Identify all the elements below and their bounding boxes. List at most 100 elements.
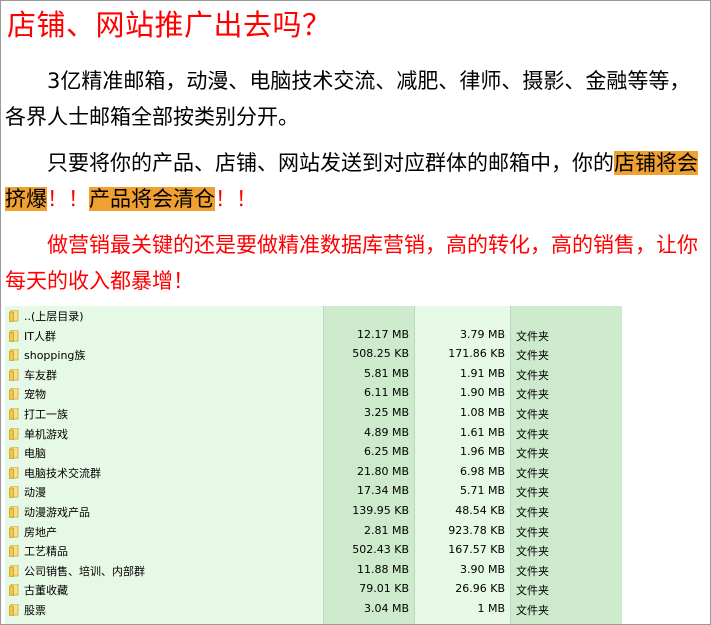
list-item-type: 文件夹 — [516, 408, 549, 421]
archive-file-list: ..(上层目录) IT人群 12.17 MB 3.79 MB 文件夹 shopping族… — [5, 306, 622, 624]
list-item-compressed-size: 3.79 MB — [459, 327, 505, 341]
list-item[interactable]: 古董收藏 79.01 KB 26.96 KB 文件夹 — [5, 580, 622, 600]
list-item-name: 古董收藏 — [24, 584, 68, 598]
list-item-compressed-size: 1.61 MB — [459, 425, 505, 439]
folder-icon — [9, 604, 19, 616]
list-item-size: 2.81 MB — [363, 523, 409, 537]
list-item-name: 公司销售、培训、内部群 — [24, 564, 145, 578]
folder-icon — [9, 310, 19, 322]
list-item[interactable]: 车友群 5.81 MB 1.91 MB 文件夹 — [5, 365, 622, 385]
list-item[interactable]: 动漫 17.34 MB 5.71 MB 文件夹 — [5, 482, 622, 502]
list-item-name: 打工一族 — [24, 408, 68, 421]
folder-icon — [9, 545, 19, 557]
list-item-compressed-size: 1.90 MB — [459, 386, 505, 400]
list-item[interactable]: 单机游戏 4.89 MB 1.61 MB 文件夹 — [5, 424, 622, 444]
list-item-size: 3.25 MB — [363, 406, 409, 419]
list-item-name: 房地产 — [24, 525, 57, 539]
list-item[interactable]: 动漫游戏产品 139.95 KB 48.54 KB 文件夹 — [5, 502, 622, 522]
list-item-size: 4.89 MB — [363, 425, 409, 439]
list-item-size: 508.25 KB — [352, 347, 409, 361]
list-item-type: 文件夹 — [516, 368, 549, 382]
promo-paragraph: 只要将你的产品、店铺、网站发送到对应群体的邮箱中，你的店铺将会挤爆！！产品将会清… — [5, 145, 699, 217]
list-item-size: 79.01 KB — [359, 582, 409, 596]
list-item-name: 单机游戏 — [24, 427, 68, 441]
folder-icon — [9, 349, 19, 361]
list-item-type: 文件夹 — [516, 584, 549, 598]
list-item-size: 11.88 MB — [356, 562, 409, 576]
marketing-paragraph: 做营销最关键的还是要做精准数据库营销，高的转化，高的销售，让你每天的收入都暴增！ — [5, 233, 698, 293]
list-item-compressed-size: 26.96 KB — [455, 582, 505, 596]
list-item-compressed-size: 1.08 MB — [459, 406, 505, 419]
list-item-type: 文件夹 — [516, 506, 549, 519]
list-item-name: shopping族 — [24, 349, 86, 363]
list-item-name: 股票 — [24, 604, 46, 617]
list-item-name: IT人群 — [24, 329, 56, 343]
folder-icon — [9, 564, 19, 577]
list-item[interactable]: 打工一族 3.25 MB 1.08 MB 文件夹 — [5, 404, 622, 424]
highlight-product: 产品将会清仓 — [89, 187, 215, 211]
list-item-compressed-size: 3.90 MB — [459, 562, 505, 576]
list-item-type: 文件夹 — [516, 349, 549, 363]
list-item-size: 3.04 MB — [363, 602, 409, 615]
list-item-type: 文件夹 — [516, 466, 549, 480]
list-item-type: 文件夹 — [516, 604, 549, 617]
folder-icon — [9, 486, 19, 499]
list-item[interactable]: 电脑 6.25 MB 1.96 MB 文件夹 — [5, 443, 622, 463]
list-item-size: 502.43 KB — [352, 543, 409, 557]
list-item-name: 电脑 — [24, 447, 46, 461]
list-item-type: 文件夹 — [516, 427, 549, 441]
page-title: 店铺、网站推广出去吗？ — [7, 8, 332, 42]
folder-icon — [9, 427, 19, 440]
list-item[interactable]: shopping族 508.25 KB 171.86 KB 文件夹 — [5, 345, 622, 365]
list-item-compressed-size: 1 MB — [477, 602, 505, 615]
list-item-size: 6.25 MB — [363, 445, 409, 459]
list-item-type: 文件夹 — [516, 564, 549, 578]
list-item-type: 文件夹 — [516, 486, 549, 500]
list-item-name: 宠物 — [24, 388, 46, 402]
list-item-compressed-size: 1.91 MB — [459, 366, 505, 380]
list-item-type: 文件夹 — [516, 329, 549, 343]
list-item-name: ..(上层目录) — [24, 310, 84, 323]
list-item-type: 文件夹 — [516, 545, 549, 559]
list-item-compressed-size: 5.71 MB — [459, 484, 505, 498]
folder-icon — [9, 329, 19, 342]
folder-icon — [9, 388, 19, 401]
list-item-name: 动漫游戏产品 — [24, 506, 90, 519]
list-item-compressed-size: 1.96 MB — [459, 445, 505, 459]
list-item-type: 文件夹 — [516, 447, 549, 461]
page-frame: 店铺、网站推广出去吗？ 3亿精准邮箱，动漫、电脑技术交流、减肥、律师、摄影、金融… — [0, 0, 711, 625]
list-item-name: 动漫 — [24, 486, 46, 500]
list-item-compressed-size: 171.86 KB — [448, 347, 505, 361]
folder-icon — [9, 506, 19, 518]
list-item-size: 5.81 MB — [363, 366, 409, 380]
list-item[interactable]: 工艺精品 502.43 KB 167.57 KB 文件夹 — [5, 541, 622, 561]
list-item[interactable]: 电脑技术交流群 21.80 MB 6.98 MB 文件夹 — [5, 463, 622, 483]
list-item[interactable]: IT人群 12.17 MB 3.79 MB 文件夹 — [5, 326, 622, 346]
folder-icon — [9, 368, 19, 381]
list-item-compressed-size: 6.98 MB — [459, 464, 505, 478]
folder-icon — [9, 584, 19, 597]
list-item[interactable]: 公司销售、培训、内部群 11.88 MB 3.90 MB 文件夹 — [5, 561, 622, 581]
list-item-name: 工艺精品 — [24, 545, 68, 559]
promo-lead: 只要将你的产品、店铺、网站发送到对应群体的邮箱中，你的 — [47, 151, 614, 175]
list-item-size: 21.80 MB — [356, 464, 409, 478]
list-item[interactable]: 股票 3.04 MB 1 MB 文件夹 — [5, 600, 622, 620]
list-item-parent-dir[interactable]: ..(上层目录) — [5, 306, 622, 326]
folder-icon — [9, 408, 19, 420]
list-item-name: 车友群 — [24, 368, 57, 382]
exclaim-1: ！！ — [47, 187, 89, 211]
list-item-compressed-size: 167.57 KB — [448, 543, 505, 557]
list-item-size: 139.95 KB — [352, 504, 409, 517]
list-item-name: 电脑技术交流群 — [24, 466, 101, 480]
folder-icon — [9, 447, 19, 459]
list-item[interactable]: 宠物 6.11 MB 1.90 MB 文件夹 — [5, 384, 622, 404]
list-item-type: 文件夹 — [516, 388, 549, 402]
list-item-compressed-size: 923.78 KB — [448, 523, 505, 537]
folder-icon — [9, 466, 19, 479]
list-item-size: 6.11 MB — [363, 386, 409, 400]
exclaim-2: ！！ — [215, 187, 257, 211]
list-item-type: 文件夹 — [516, 525, 549, 539]
intro-paragraph: 3亿精准邮箱，动漫、电脑技术交流、减肥、律师、摄影、金融等等，各界人士邮箱全部按… — [5, 69, 691, 129]
list-item-compressed-size: 48.54 KB — [455, 504, 505, 517]
list-item[interactable]: 房地产 2.81 MB 923.78 KB 文件夹 — [5, 522, 622, 542]
